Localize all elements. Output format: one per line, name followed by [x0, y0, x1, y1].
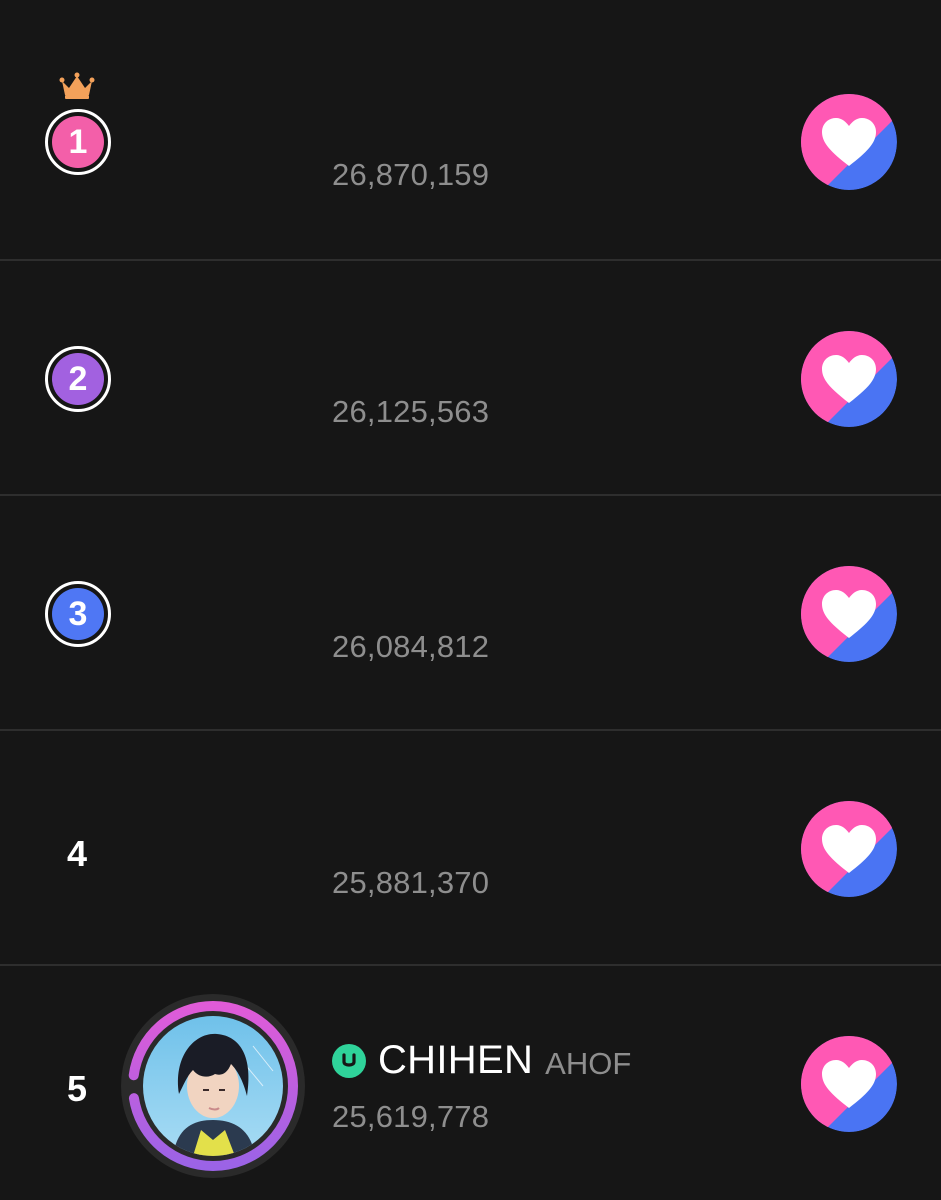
heart-vote-icon: [801, 801, 897, 897]
vote-button[interactable]: [801, 566, 897, 662]
rank-badge: 2: [45, 346, 111, 412]
vote-button[interactable]: [801, 331, 897, 427]
rank-number: 4: [66, 833, 88, 874]
u-badge-icon: [332, 1043, 366, 1078]
vote-button[interactable]: [801, 1036, 897, 1132]
rank-number: 5: [66, 1068, 88, 1109]
vote-count: 25,881,370: [332, 865, 490, 900]
heart-vote-icon: [801, 1036, 897, 1132]
vote-button[interactable]: [801, 801, 897, 897]
vote-button[interactable]: [801, 94, 897, 190]
ranking-row-4[interactable]: 4 25,881,370: [0, 729, 941, 963]
vote-count: 26,125,563: [332, 394, 490, 429]
crown-icon: [59, 72, 95, 99]
rank-badge: 3: [45, 581, 111, 647]
heart-vote-icon: [801, 566, 897, 662]
ranking-row-5[interactable]: 5 CHIHEN AHOF 25,619,778: [0, 964, 941, 1200]
heart-vote-icon: [801, 331, 897, 427]
avatar[interactable]: [143, 1016, 283, 1156]
rank-number: 3: [52, 588, 104, 640]
rank-badge: 1: [45, 109, 111, 175]
rank-number: 1: [52, 116, 104, 168]
artist-info: CHIHEN AHOF: [332, 1038, 631, 1083]
ranking-row-2[interactable]: 2 26,125,563: [0, 259, 941, 493]
heart-vote-icon: [801, 94, 897, 190]
ranking-row-1[interactable]: 1 26,870,159: [0, 24, 941, 258]
ranking-list: 1 26,870,159 2 26,125,563 3 26,084,812 4…: [0, 0, 941, 1200]
vote-count: 25,619,778: [332, 1099, 490, 1134]
group-name: AHOF: [545, 1045, 632, 1081]
ranking-row-3[interactable]: 3 26,084,812: [0, 494, 941, 728]
rank-number: 2: [52, 353, 104, 405]
artist-name: CHIHEN: [378, 1038, 534, 1082]
vote-count: 26,870,159: [332, 157, 490, 192]
vote-count: 26,084,812: [332, 629, 490, 664]
